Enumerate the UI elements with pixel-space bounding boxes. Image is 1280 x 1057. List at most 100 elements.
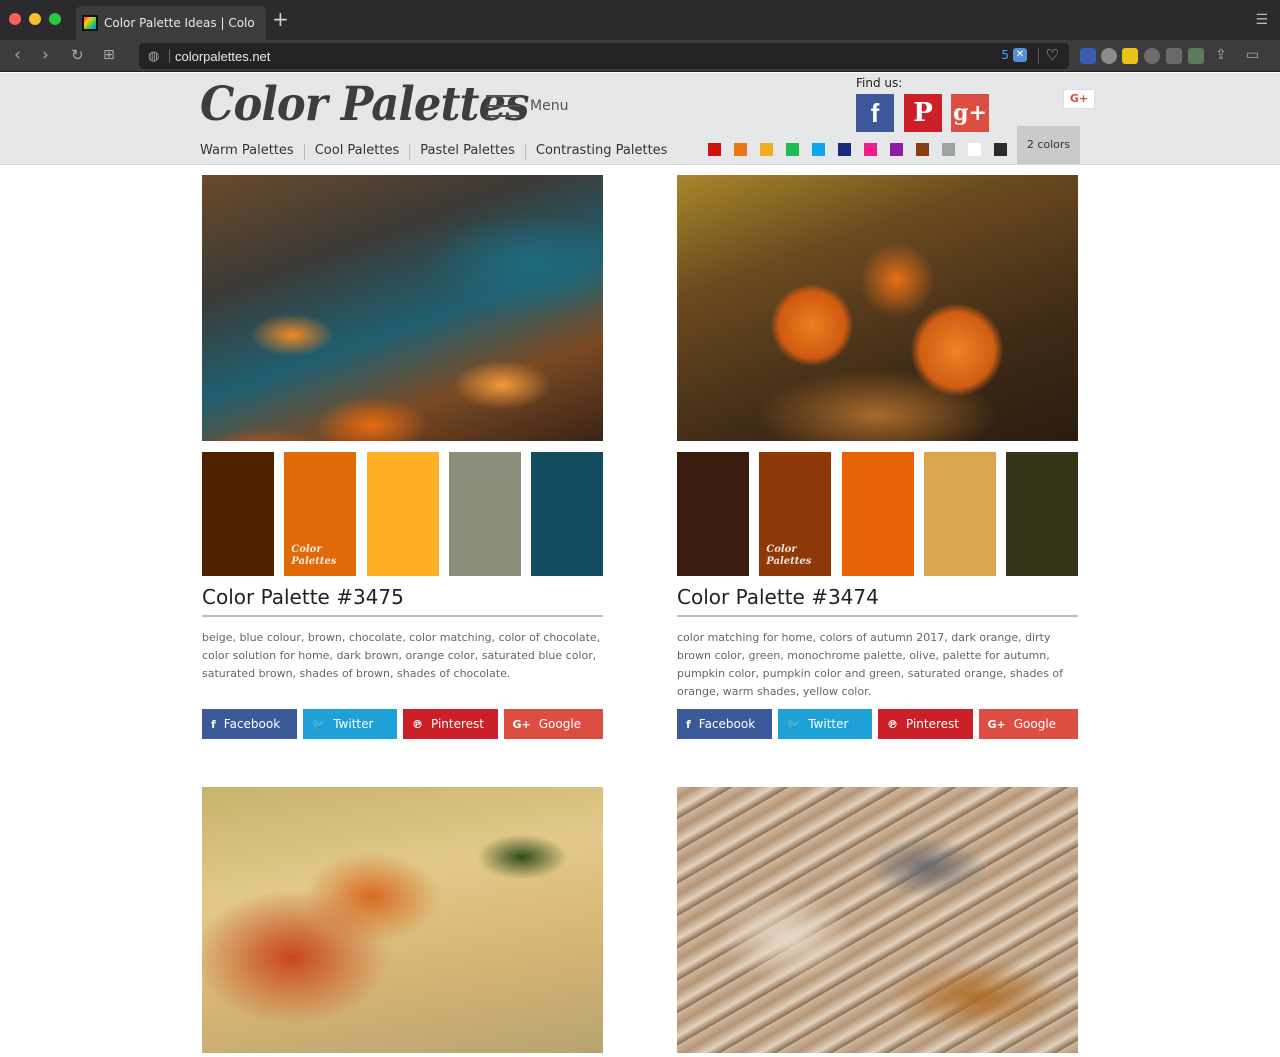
google-plus-icon: G+	[987, 717, 1006, 731]
extension-5-icon[interactable]	[1166, 48, 1182, 64]
site-header: Color Palettes Menu Find us: f P g+ G+ W…	[0, 73, 1280, 165]
color-swatch-7[interactable]	[864, 143, 877, 156]
palette-card-3474: Color Palettes Color Palette #3474 color…	[677, 175, 1078, 739]
forward-arrow-icon[interactable]: ›	[42, 45, 49, 65]
site-favicon-icon	[82, 15, 98, 31]
palette-title[interactable]: Color Palette #3475	[202, 585, 603, 617]
share-twitter-button[interactable]: 🐦 Twitter	[302, 709, 397, 739]
share-facebook-button[interactable]: f Facebook	[202, 709, 297, 739]
facebook-icon: f	[686, 717, 691, 731]
share-google-button[interactable]: G+ Google	[503, 709, 603, 739]
twitter-icon: 🐦	[786, 717, 801, 731]
palette-color-1[interactable]	[677, 452, 749, 576]
nav-contrasting-palettes[interactable]: Contrasting Palettes	[536, 143, 668, 160]
google-plus-icon[interactable]: g+	[951, 94, 989, 132]
battery-icon[interactable]: ▭	[1246, 45, 1259, 65]
menu-label: Menu	[530, 98, 569, 114]
palette-colors: Color Palettes	[202, 452, 603, 576]
share-pinterest-button[interactable]: ℗ Pinterest	[403, 709, 498, 739]
nav-cool-palettes[interactable]: Cool Palettes	[315, 143, 400, 160]
url-text: colorpalettes.net	[175, 48, 271, 64]
bookmark-heart-icon[interactable]: ♡	[1046, 46, 1059, 64]
google-plus-icon: G+	[512, 717, 531, 731]
color-swatch-5[interactable]	[812, 143, 825, 156]
palette-photo-agate[interactable]	[677, 787, 1078, 1053]
palette-color-4[interactable]	[923, 452, 996, 576]
share-twitter-button[interactable]: 🐦 Twitter	[777, 709, 872, 739]
palette-title[interactable]: Color Palette #3474	[677, 585, 1078, 617]
palette-tags: beige, blue colour, brown, chocolate, co…	[202, 631, 601, 680]
palette-color-3[interactable]	[841, 452, 914, 576]
palette-tags: color matching for home, colors of autum…	[677, 631, 1064, 698]
palette-color-1[interactable]	[202, 452, 274, 576]
palette-photo-autumn-leaves[interactable]	[202, 175, 603, 441]
palette-card-next-1	[202, 787, 603, 1053]
palette-color-3[interactable]	[366, 452, 439, 576]
color-swatch-3[interactable]	[760, 143, 773, 156]
pinterest-icon: ℗	[887, 717, 898, 731]
share-pinterest-button[interactable]: ℗ Pinterest	[878, 709, 973, 739]
browser-titlebar: Color Palette Ideas | ColorPal + ☰	[0, 0, 1280, 40]
extension-6-icon[interactable]	[1188, 48, 1204, 64]
color-swatch-8[interactable]	[890, 143, 903, 156]
blocked-count: 5	[1001, 48, 1009, 62]
twitter-icon: 🐦	[311, 717, 326, 731]
palette-photo-pumpkins[interactable]	[677, 175, 1078, 441]
site-logo[interactable]: Color Palettes	[200, 77, 530, 132]
back-arrow-icon[interactable]: ‹	[14, 45, 21, 65]
extension-1-icon[interactable]	[1080, 48, 1096, 64]
find-us-label: Find us:	[856, 76, 903, 90]
adblock-shield-icon[interactable]: ✕	[1013, 48, 1027, 62]
palette-card-3475: Color Palettes Color Palette #3475 beige…	[202, 175, 603, 739]
facebook-icon[interactable]: f	[856, 94, 894, 132]
share-buttons: f Facebook 🐦 Twitter ℗ Pinterest G+ Google	[677, 709, 1078, 739]
palette-photo-autumn-hills[interactable]	[202, 787, 603, 1053]
pinterest-icon: ℗	[412, 717, 423, 731]
hamburger-icon	[486, 95, 520, 117]
color-swatch-6[interactable]	[838, 143, 851, 156]
color-swatch-12[interactable]	[994, 143, 1007, 156]
new-tab-plus-icon[interactable]: +	[272, 9, 289, 29]
palette-color-5[interactable]	[1006, 452, 1078, 576]
pinterest-icon[interactable]: P	[904, 94, 942, 132]
reload-icon[interactable]: ↻	[71, 45, 84, 65]
color-swatch-1[interactable]	[708, 143, 721, 156]
nav-pastel-palettes[interactable]: Pastel Palettes	[420, 143, 515, 160]
share-buttons: f Facebook 🐦 Twitter ℗ Pinterest G+ Google	[202, 709, 603, 739]
tab-title: Color Palette Ideas | ColorPal	[104, 16, 254, 30]
share-icon[interactable]: ⇪	[1215, 45, 1227, 65]
share-facebook-button[interactable]: f Facebook	[677, 709, 772, 739]
minimize-window-button[interactable]	[29, 13, 41, 25]
address-bar[interactable]: ◍ colorpalettes.net 5 ✕ ♡	[139, 43, 1069, 69]
palette-colors: Color Palettes	[677, 452, 1078, 576]
color-swatch-11[interactable]	[968, 143, 981, 156]
color-swatch-2[interactable]	[734, 143, 747, 156]
color-swatch-9[interactable]	[916, 143, 929, 156]
tab-menu-icon[interactable]: ☰	[1255, 12, 1268, 28]
share-google-button[interactable]: G+ Google	[978, 709, 1078, 739]
palette-color-2[interactable]: Color Palettes	[284, 452, 357, 576]
color-swatch-10[interactable]	[942, 143, 955, 156]
menu-button[interactable]: Menu	[486, 95, 568, 117]
speed-dial-grid-icon[interactable]: ⊞	[103, 45, 115, 65]
palette-card-next-2	[677, 787, 1078, 1053]
maximize-window-button[interactable]	[49, 13, 61, 25]
palette-color-4[interactable]	[448, 452, 521, 576]
browser-tab[interactable]: Color Palette Ideas | ColorPal	[76, 6, 266, 40]
color-filter-swatches	[708, 143, 1020, 156]
close-window-button[interactable]	[9, 13, 21, 25]
two-colors-filter[interactable]: 2 colors	[1017, 126, 1080, 164]
palette-color-2[interactable]: Color Palettes	[759, 452, 832, 576]
browser-toolbar: ‹ › ↻ ⊞ ◍ colorpalettes.net 5 ✕ ♡ ⇪ ▭	[0, 40, 1280, 72]
color-swatch-4[interactable]	[786, 143, 799, 156]
category-nav: Warm Palettes Cool Palettes Pastel Palet…	[200, 143, 667, 160]
palette-color-5[interactable]	[531, 452, 603, 576]
extension-2-icon[interactable]	[1101, 48, 1117, 64]
extension-3-icon[interactable]	[1122, 48, 1138, 64]
nav-warm-palettes[interactable]: Warm Palettes	[200, 143, 294, 160]
google-plus-small-button[interactable]: G+	[1063, 89, 1095, 109]
palette-watermark-logo: Color Palettes	[291, 544, 337, 567]
extension-4-icon[interactable]	[1144, 48, 1160, 64]
globe-icon: ◍	[148, 48, 160, 64]
palette-watermark-logo: Color Palettes	[766, 544, 812, 567]
